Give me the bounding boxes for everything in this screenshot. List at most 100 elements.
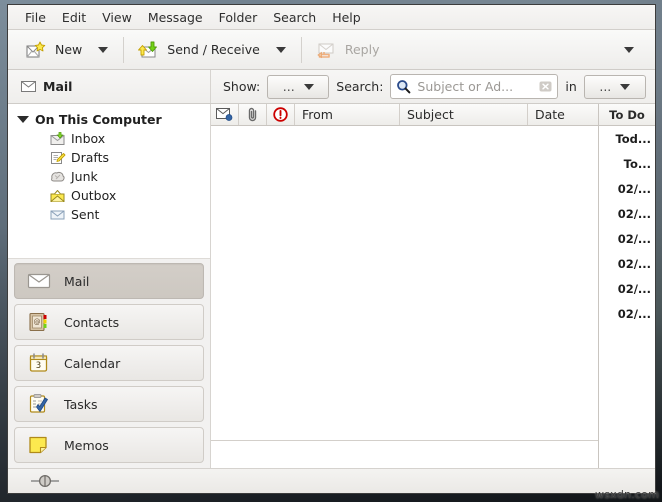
send-receive-button[interactable]: Send / Receive bbox=[130, 36, 267, 64]
toolbar: New Send / Receive Reply bbox=[8, 30, 655, 70]
switcher-item-calendar[interactable]: 3 Calendar bbox=[14, 345, 204, 381]
sent-icon bbox=[50, 208, 66, 222]
show-label: Show: bbox=[223, 79, 261, 94]
folder-tree-root-on-this-computer[interactable]: On This Computer bbox=[8, 110, 210, 129]
calendar-icon: 3 bbox=[27, 353, 51, 373]
menu-folder[interactable]: Folder bbox=[211, 7, 266, 28]
importance-icon bbox=[273, 107, 288, 122]
column-attachment[interactable] bbox=[239, 104, 267, 125]
switcher-item-memos[interactable]: Memos bbox=[14, 427, 204, 463]
clear-icon[interactable] bbox=[539, 80, 552, 93]
folder-item-outbox[interactable]: Outbox bbox=[8, 186, 210, 205]
envelope-icon bbox=[21, 81, 36, 92]
folder-item-sent[interactable]: Sent bbox=[8, 205, 210, 224]
switcher-item-mail[interactable]: Mail bbox=[14, 263, 204, 299]
folder-tree-root-label: On This Computer bbox=[35, 112, 162, 127]
watermark: wsxdn.com bbox=[595, 488, 659, 501]
column-from[interactable]: From bbox=[295, 104, 400, 125]
message-list-header: From Subject Date bbox=[211, 104, 598, 126]
folder-item-junk[interactable]: Junk bbox=[8, 167, 210, 186]
menu-view[interactable]: View bbox=[94, 7, 140, 28]
message-list-body[interactable] bbox=[211, 126, 598, 440]
svg-text:@: @ bbox=[34, 318, 41, 326]
memos-icon bbox=[27, 435, 51, 455]
folder-label: Inbox bbox=[71, 131, 106, 146]
switcher-item-contacts[interactable]: @ Contacts bbox=[14, 304, 204, 340]
new-button[interactable]: New bbox=[18, 36, 89, 64]
search-label: Search: bbox=[336, 79, 384, 94]
show-filter-value: ... bbox=[282, 79, 295, 94]
toolbar-separator-1 bbox=[123, 36, 125, 63]
new-button-group: New bbox=[18, 30, 117, 69]
todo-item[interactable]: Tod... bbox=[599, 126, 655, 151]
column-importance[interactable] bbox=[267, 104, 295, 125]
new-dropdown-caret[interactable] bbox=[98, 46, 109, 53]
chevron-down-icon bbox=[303, 83, 314, 90]
junk-icon bbox=[50, 170, 66, 184]
reply-icon bbox=[315, 40, 337, 60]
svg-text:3: 3 bbox=[36, 361, 41, 371]
message-list-pane: From Subject Date bbox=[211, 104, 598, 468]
todo-item[interactable]: 02/... bbox=[599, 226, 655, 251]
attachment-icon bbox=[247, 107, 259, 122]
tasks-icon bbox=[27, 394, 51, 414]
reply-button-label: Reply bbox=[344, 42, 380, 57]
menubar: File Edit View Message Folder Search Hel… bbox=[8, 5, 655, 30]
new-message-icon bbox=[25, 40, 47, 60]
folder-item-drafts[interactable]: Drafts bbox=[8, 148, 210, 167]
menu-edit[interactable]: Edit bbox=[54, 7, 94, 28]
folder-label: Drafts bbox=[71, 150, 110, 165]
todo-item[interactable]: 02/... bbox=[599, 176, 655, 201]
menu-search[interactable]: Search bbox=[265, 7, 324, 28]
inbox-icon bbox=[50, 131, 66, 146]
todo-header: To Do bbox=[599, 104, 655, 126]
todo-item[interactable]: 02/... bbox=[599, 251, 655, 276]
menu-file[interactable]: File bbox=[17, 7, 54, 28]
triangle-down-icon[interactable] bbox=[17, 116, 29, 123]
column-read-status[interactable] bbox=[211, 104, 239, 125]
search-scope-combo[interactable]: ... bbox=[583, 74, 646, 99]
todo-item[interactable]: 02/... bbox=[599, 276, 655, 301]
toolbar-separator-2 bbox=[300, 36, 302, 63]
reply-group: Reply bbox=[308, 30, 387, 69]
main-area: On This Computer Inbox Drafts Junk Outbo… bbox=[8, 104, 655, 468]
toolbar-overflow-caret[interactable] bbox=[624, 47, 634, 53]
online-toggle-icon[interactable] bbox=[30, 474, 60, 488]
column-date[interactable]: Date bbox=[528, 104, 598, 125]
switcher-item-tasks[interactable]: Tasks bbox=[14, 386, 204, 422]
chevron-down-icon bbox=[620, 83, 631, 90]
todo-item[interactable]: 02/... bbox=[599, 201, 655, 226]
switcher-label: Memos bbox=[64, 437, 109, 453]
folder-label: Outbox bbox=[71, 188, 117, 203]
current-view-title: Mail bbox=[8, 70, 211, 103]
folder-label: Sent bbox=[71, 207, 100, 222]
show-filter-combo[interactable]: ... bbox=[267, 74, 330, 99]
switcher-label: Tasks bbox=[64, 396, 98, 412]
message-preview-pane bbox=[211, 441, 598, 468]
drafts-icon bbox=[50, 151, 66, 165]
todo-pane: To Do Tod... To... 02/... 02/... 02/... … bbox=[598, 104, 655, 468]
folder-item-inbox[interactable]: Inbox bbox=[8, 129, 210, 148]
send-receive-label: Send / Receive bbox=[167, 42, 260, 57]
contacts-icon: @ bbox=[27, 312, 51, 332]
search-input[interactable]: Subject or Ad... bbox=[390, 74, 559, 99]
send-receive-group: Send / Receive bbox=[130, 30, 295, 69]
outbox-icon bbox=[50, 189, 66, 203]
search-controls: Show: ... Search: Subject or Ad... in ..… bbox=[211, 74, 655, 99]
todo-item[interactable]: 02/... bbox=[599, 301, 655, 326]
folder-label: Junk bbox=[71, 169, 98, 184]
search-input-placeholder: Subject or Ad... bbox=[417, 79, 514, 94]
send-receive-dropdown-caret[interactable] bbox=[275, 46, 286, 53]
todo-item[interactable]: To... bbox=[599, 151, 655, 176]
menu-help[interactable]: Help bbox=[324, 7, 369, 28]
statusbar bbox=[8, 468, 655, 493]
read-status-icon bbox=[216, 108, 233, 121]
search-scope-label: in bbox=[565, 79, 577, 94]
reply-button[interactable]: Reply bbox=[308, 36, 387, 64]
menu-message[interactable]: Message bbox=[140, 7, 211, 28]
mail-icon bbox=[27, 272, 51, 290]
search-bar: Mail Show: ... Search: Subject or Ad... bbox=[8, 70, 655, 104]
current-view-label: Mail bbox=[43, 79, 73, 94]
magnifier-icon bbox=[396, 79, 411, 94]
column-subject[interactable]: Subject bbox=[400, 104, 528, 125]
